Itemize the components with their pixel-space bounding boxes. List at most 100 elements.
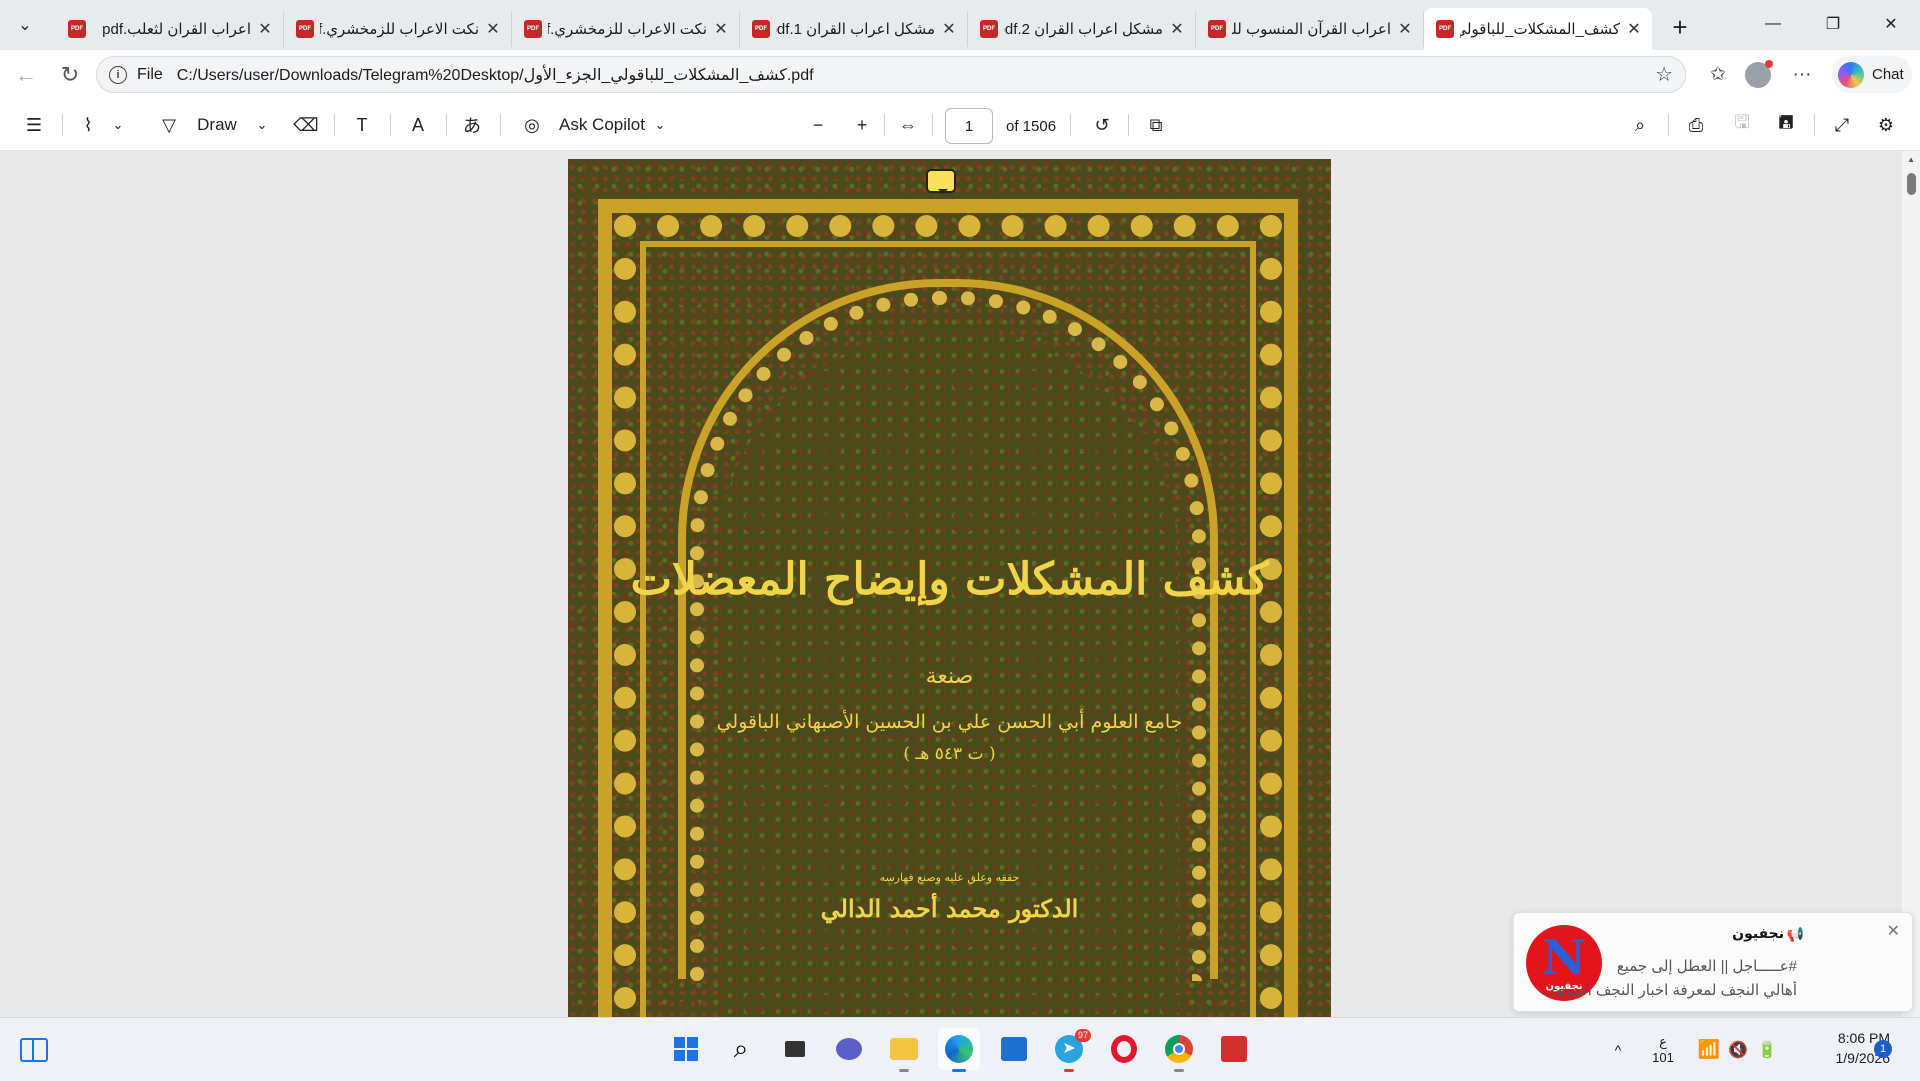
close-tab-icon[interactable]: ✕ <box>485 19 501 39</box>
opera-icon[interactable] <box>1103 1028 1145 1070</box>
zoom-in-icon[interactable]: + <box>848 108 876 142</box>
scroll-up-icon[interactable]: ▲ <box>1907 155 1915 164</box>
divider <box>334 114 335 136</box>
language-line-2: 101 <box>1652 1049 1674 1065</box>
store-icon[interactable] <box>993 1028 1035 1070</box>
address-row: ← ↻ i File C:/Users/user/Downloads/Teleg… <box>0 50 1920 100</box>
favorites-icon[interactable]: ✩ <box>1700 56 1736 93</box>
save-icon[interactable]: 🖫 <box>1726 108 1758 142</box>
file-explorer-icon[interactable] <box>883 1028 925 1072</box>
tab-4[interactable]: PDF مشكل اعراب القران 1.pdf ✕ <box>740 11 968 47</box>
megaphone-icon: 📢 <box>1786 926 1804 942</box>
close-notification-icon[interactable]: ✕ <box>1887 921 1900 941</box>
pdf-viewer[interactable]: كشف المشكلات وإيضاح المعضلات صنعة جامع ا… <box>0 151 1920 1017</box>
draw-icon[interactable]: ▽ <box>154 108 184 142</box>
notification-line-2: أهالي النجف لمعرفة اخبار النجف الموثو... <box>1542 982 1797 999</box>
close-tab-icon[interactable]: ✕ <box>1626 19 1642 39</box>
start-windows-icon[interactable] <box>665 1028 707 1070</box>
show-hidden-icons-chevron-icon[interactable]: ^ <box>1606 1018 1630 1081</box>
comment-note-icon[interactable] <box>926 169 956 194</box>
more-options-icon[interactable]: ··· <box>1784 56 1820 93</box>
close-tab-icon[interactable]: ✕ <box>1169 19 1185 39</box>
highlight-dropdown-chevron-icon[interactable]: ⌄ <box>106 108 130 142</box>
notification-toast[interactable]: N نجفيون ✕ نجفيون 📢 #عـــــاجل || العطل … <box>1513 912 1913 1012</box>
battery-icon[interactable]: 🔋 <box>1754 1018 1780 1081</box>
divider <box>500 114 501 136</box>
close-window-button[interactable]: ✕ <box>1868 0 1914 48</box>
task-view-icon[interactable] <box>774 1028 816 1070</box>
address-bar[interactable]: i File C:/Users/user/Downloads/Telegram%… <box>96 56 1686 93</box>
back-arrow-icon[interactable]: ← <box>6 55 46 95</box>
scroll-thumb[interactable] <box>1907 173 1916 195</box>
info-icon[interactable]: i <box>109 65 127 84</box>
tab-actions-chevron-icon[interactable]: ⌄ <box>8 8 42 42</box>
restore-button[interactable]: ❐ <box>1810 0 1856 48</box>
translate-icon[interactable]: あ <box>456 108 488 142</box>
pdf-icon: PDF <box>752 20 770 38</box>
eraser-icon[interactable]: ⌫ <box>290 108 322 142</box>
tab-7-active[interactable]: PDF كشف_المشكلات_للباقولي ✕ <box>1424 8 1652 50</box>
minimize-button[interactable]: — <box>1750 0 1796 48</box>
contents-list-icon[interactable]: ☰ <box>18 108 50 142</box>
tab-3[interactable]: PDF نكت الاعراب للزمخشري.pdf ✕ <box>512 11 740 47</box>
zoom-out-icon[interactable]: − <box>804 108 832 142</box>
divider <box>884 114 885 136</box>
save-as-icon[interactable]: 🖪 <box>1770 108 1802 142</box>
new-tab-button[interactable]: + <box>1660 9 1700 45</box>
draw-label[interactable]: Draw <box>194 108 240 142</box>
print-icon[interactable]: ⎙ <box>1680 108 1712 142</box>
copilot-chat-button[interactable]: Chat <box>1832 56 1912 93</box>
add-text-icon[interactable]: T <box>346 108 378 142</box>
page-view-icon[interactable]: ⧉ <box>1140 108 1172 142</box>
tab-1[interactable]: PDF اعراب القران لثعلب.pdf ✕ <box>56 11 284 47</box>
telegram-icon[interactable]: ➤ 97 <box>1048 1028 1091 1072</box>
notification-app-name: نجفيون <box>1732 925 1784 941</box>
chrome-icon[interactable] <box>1158 1028 1200 1072</box>
volume-muted-icon[interactable]: 🔇 <box>1726 1018 1750 1081</box>
tab-title: اعراب القران لثعلب.pdf <box>102 21 251 38</box>
pdf-page-cover: كشف المشكلات وإيضاح المعضلات صنعة جامع ا… <box>568 159 1331 1017</box>
ask-copilot-label[interactable]: Ask Copilot <box>552 108 652 142</box>
book-editor: الدكتور محمد أحمد الدالي <box>820 894 1079 923</box>
tab-title: نكت الاعراب للزمخشري.pdf <box>548 21 707 38</box>
book-title: كشف المشكلات وإيضاح المعضلات <box>630 554 1269 605</box>
chat-app-icon[interactable] <box>828 1028 870 1070</box>
close-tab-icon[interactable]: ✕ <box>713 19 729 39</box>
profile-avatar[interactable] <box>1740 56 1776 93</box>
page-number-input[interactable]: 1 <box>945 108 993 144</box>
tab-title: مشكل اعراب القران 1.pdf <box>776 21 935 38</box>
telegram-badge: 97 <box>1074 1029 1091 1042</box>
fit-page-icon[interactable]: ⇔ <box>892 108 924 142</box>
notification-count-badge[interactable]: 1 <box>1874 1040 1892 1058</box>
widgets-icon[interactable] <box>20 1038 48 1062</box>
close-tab-icon[interactable]: ✕ <box>1397 19 1413 39</box>
close-tab-icon[interactable]: ✕ <box>941 19 957 39</box>
refresh-icon[interactable]: ↻ <box>50 55 90 95</box>
url-text[interactable]: C:/Users/user/Downloads/Telegram%20Deskt… <box>177 65 814 85</box>
tab-5[interactable]: PDF مشكل اعراب القران 2.pdf ✕ <box>968 11 1196 47</box>
fullscreen-icon[interactable]: ⤢ <box>1826 108 1858 142</box>
divider <box>62 114 63 136</box>
edge-browser-icon[interactable] <box>938 1028 980 1072</box>
rotate-icon[interactable]: ↺ <box>1086 108 1118 142</box>
search-icon[interactable]: ⌕ <box>1624 108 1656 142</box>
read-aloud-icon[interactable]: A <box>402 108 434 142</box>
highlight-icon[interactable]: ⌇ <box>72 108 104 142</box>
favorite-star-icon[interactable]: ☆ <box>1655 62 1673 87</box>
tab-title: مشكل اعراب القران 2.pdf <box>1004 21 1163 38</box>
book-editor-label: حققه وعلق عليه وصنع فهارسه <box>879 871 1020 884</box>
vertical-scrollbar[interactable]: ▲ <box>1902 151 1920 1017</box>
tab-6[interactable]: PDF اعراب القرآن المنسوب للزجاج ✕ <box>1196 11 1424 47</box>
copilot-toolbar-icon[interactable]: ◎ <box>518 108 546 142</box>
divider <box>932 114 933 136</box>
search-taskbar-icon[interactable]: ⌕ <box>720 1028 762 1070</box>
settings-gear-icon[interactable]: ⚙ <box>1870 108 1902 142</box>
tab-2[interactable]: PDF نكت الاعراب للزمخشري.pdf ✕ <box>284 11 512 47</box>
copilot-icon <box>1838 61 1864 88</box>
draw-dropdown-chevron-icon[interactable]: ⌄ <box>250 108 274 142</box>
wifi-icon[interactable]: 📶 <box>1696 1018 1722 1081</box>
pdf-app-icon[interactable] <box>1213 1028 1255 1070</box>
close-tab-icon[interactable]: ✕ <box>257 19 273 39</box>
copilot-dropdown-chevron-icon[interactable]: ⌄ <box>650 108 670 142</box>
input-language-indicator[interactable]: ع 101 <box>1648 1018 1678 1081</box>
